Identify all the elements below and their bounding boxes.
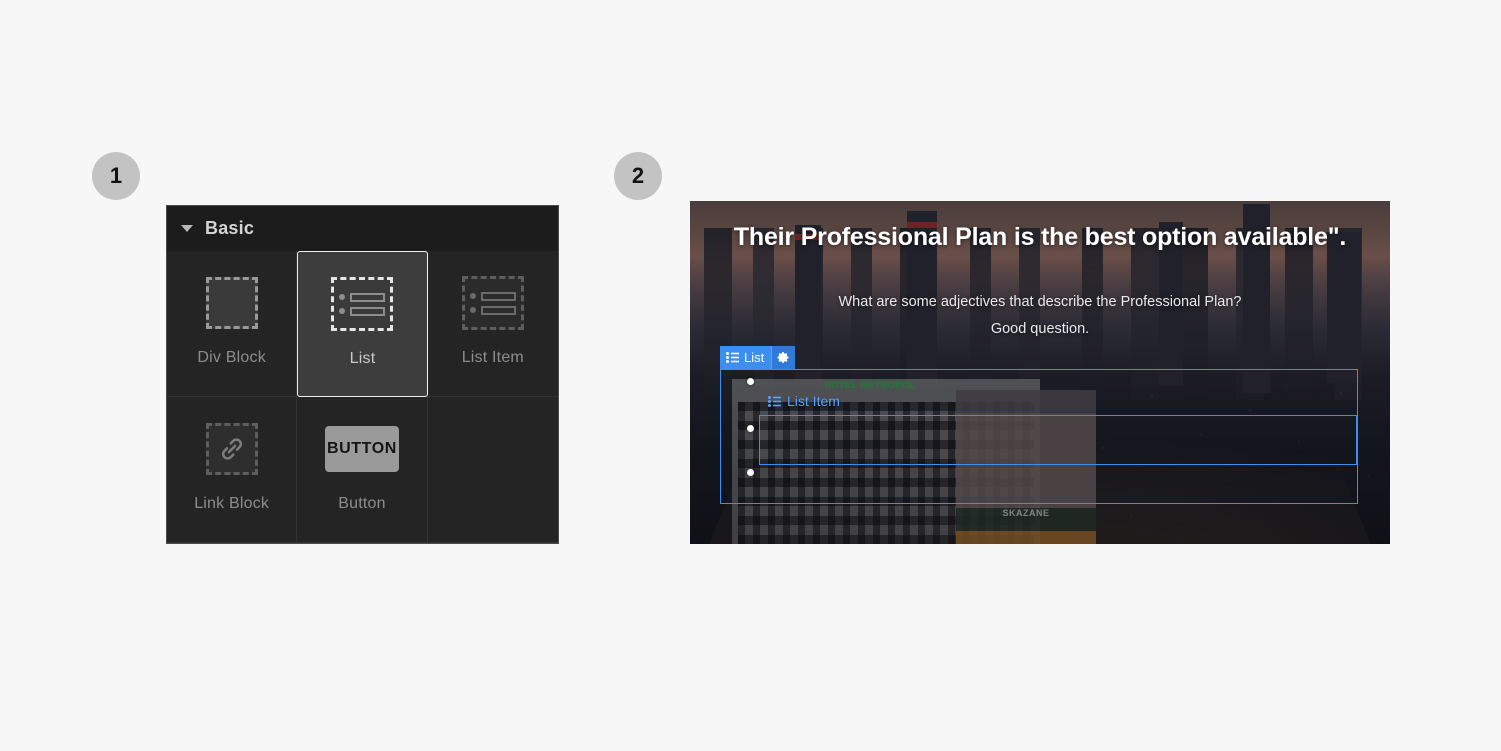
selected-element-tag[interactable]: List <box>720 346 796 369</box>
element-tile-link-block[interactable]: Link Block <box>167 397 298 543</box>
hovered-child-element-tag[interactable]: List Item <box>768 393 840 409</box>
element-tile-grid: Div Block List List Item Link Block BUTT… <box>167 251 558 543</box>
hero-paragraph-line-1: What are some adjectives that describe t… <box>838 294 1242 310</box>
panel-section-title: Basic <box>205 218 255 238</box>
element-tile-empty <box>427 397 558 543</box>
dashed-link-icon <box>195 419 269 479</box>
selected-element-tag-main[interactable]: List <box>720 346 772 369</box>
list-bullet <box>747 425 754 432</box>
step-badge-2: 2 <box>614 152 662 200</box>
element-settings-button[interactable] <box>771 346 796 369</box>
step-badge-1: 1 <box>92 152 140 200</box>
gear-icon <box>777 352 789 363</box>
list-bullets-icon <box>726 352 739 363</box>
element-tile-list-item[interactable]: List Item <box>427 251 558 397</box>
caret-down-icon[interactable] <box>181 225 193 232</box>
add-elements-panel: Basic Div Block List List Item Link Bloc… <box>166 205 559 544</box>
dashed-list-item-icon <box>456 273 530 333</box>
list-bullet <box>747 378 754 385</box>
element-tile-label: Link Block <box>194 495 270 512</box>
dashed-list-icon <box>325 274 399 334</box>
list-bullets-icon <box>768 395 781 407</box>
element-tile-button[interactable]: BUTTON Button <box>297 397 428 543</box>
selected-element-tag-label: List <box>744 350 765 365</box>
button-chip-label: BUTTON <box>324 426 399 472</box>
hovered-child-element-label: List Item <box>787 393 840 409</box>
button-chip-icon: BUTTON <box>324 419 399 479</box>
hero-paragraph: What are some adjectives that describe t… <box>690 289 1390 343</box>
element-tile-div-block[interactable]: Div Block <box>167 251 298 397</box>
element-tile-label: List Item <box>461 349 524 366</box>
designer-canvas-preview[interactable]: HOTEL METROPOL SKAZANE Their Professiona… <box>690 201 1390 544</box>
element-tile-label: Button <box>338 495 386 512</box>
dashed-square-icon <box>195 273 269 333</box>
hero-heading: Their Professional Plan is the best opti… <box>733 223 1347 251</box>
list-bullet <box>747 469 754 476</box>
element-tile-label: List <box>349 350 376 367</box>
screenshot-stage: 1 Basic Div Block List List Item Link Bl… <box>0 0 1501 751</box>
list-item-selection-outline[interactable] <box>759 415 1357 465</box>
hero-paragraph-line-2: Good question. <box>990 321 1090 337</box>
panel-section-header[interactable]: Basic <box>167 206 558 251</box>
element-tile-label: Div Block <box>197 349 266 366</box>
element-tile-list[interactable]: List <box>297 251 428 397</box>
